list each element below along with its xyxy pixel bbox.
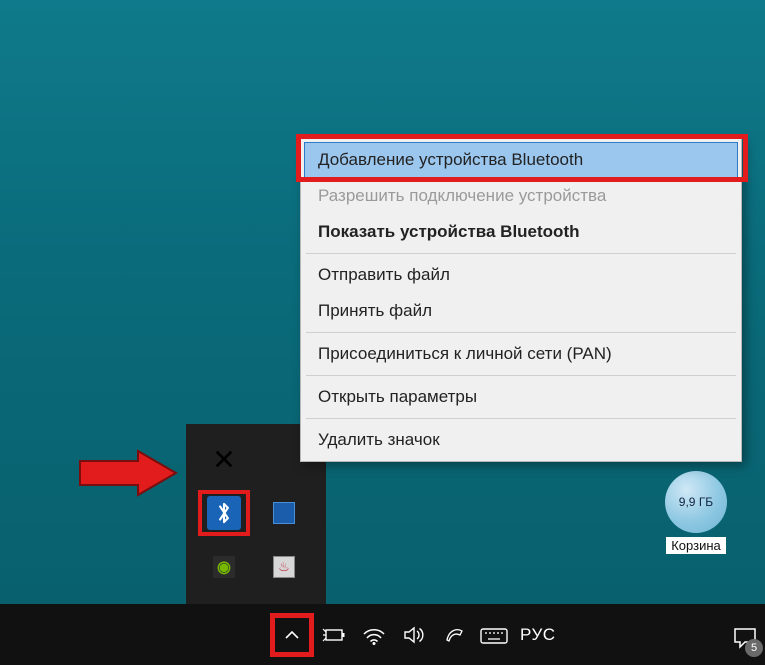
battery-icon[interactable] [314, 604, 354, 665]
recycle-bin-icon: 9,9 ГБ [665, 471, 727, 533]
menu-item[interactable]: Показать устройства Bluetooth [304, 214, 738, 250]
tray-icon-java[interactable]: ♨ [254, 540, 314, 594]
menu-separator [306, 332, 736, 333]
annotation-highlight [270, 613, 314, 657]
recycle-bin-size: 9,9 ГБ [679, 495, 713, 509]
annotation-arrow [78, 449, 178, 497]
recycle-bin-label: Корзина [666, 537, 726, 554]
pen-icon[interactable] [434, 604, 474, 665]
taskbar: РУС 5 [0, 604, 765, 665]
notification-count-badge: 5 [745, 639, 763, 657]
tray-icon-app[interactable] [194, 432, 254, 486]
menu-item[interactable]: Удалить значок [304, 422, 738, 458]
menu-item[interactable]: Принять файл [304, 293, 738, 329]
keyboard-icon[interactable] [474, 604, 514, 665]
menu-item[interactable]: Отправить файл [304, 257, 738, 293]
volume-icon[interactable] [394, 604, 434, 665]
language-indicator[interactable]: РУС [514, 625, 562, 645]
recycle-bin[interactable]: 9,9 ГБ Корзина [651, 471, 741, 555]
bluetooth-context-menu: Добавление устройства BluetoothРазрешить… [300, 138, 742, 462]
menu-separator [306, 253, 736, 254]
tray-overflow-button[interactable] [270, 613, 314, 657]
menu-separator [306, 375, 736, 376]
menu-separator [306, 418, 736, 419]
menu-item[interactable]: Присоединиться к личной сети (PAN) [304, 336, 738, 372]
wifi-icon[interactable] [354, 604, 394, 665]
menu-item: Разрешить подключение устройства [304, 178, 738, 214]
menu-item[interactable]: Добавление устройства Bluetooth [304, 142, 738, 178]
tray-icon-intel[interactable] [254, 486, 314, 540]
tray-icon-bluetooth[interactable] [194, 486, 254, 540]
tray-icon-nvidia[interactable]: ◉ [194, 540, 254, 594]
annotation-highlight [198, 490, 250, 536]
menu-item[interactable]: Открыть параметры [304, 379, 738, 415]
